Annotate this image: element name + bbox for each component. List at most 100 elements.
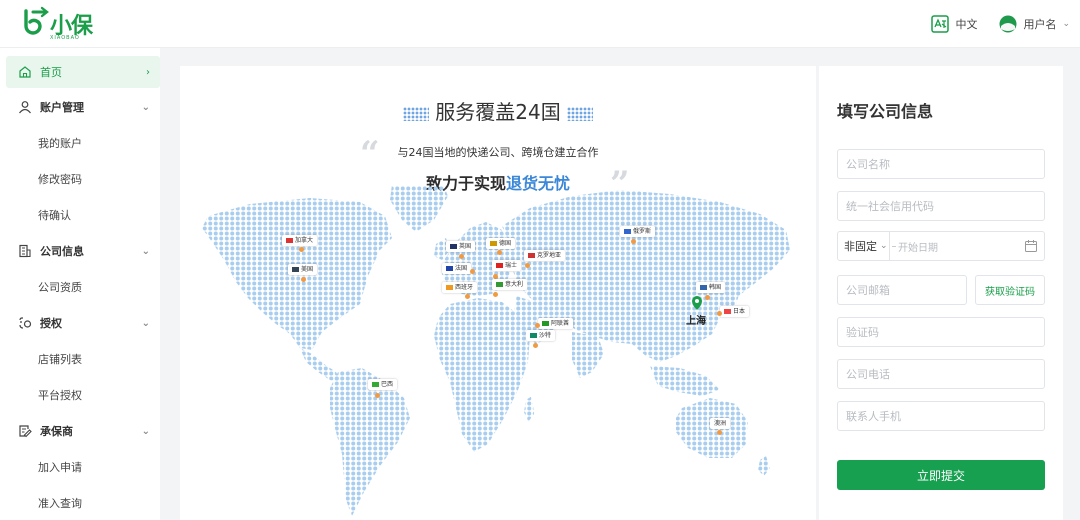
country-label: 沙特 (539, 332, 552, 339)
sidebar-item-qualification[interactable]: 公司资质 (38, 272, 158, 302)
southeast-asia-region (650, 366, 720, 396)
username-label: 用户名 (1023, 18, 1057, 31)
location-pin-icon (375, 393, 380, 398)
sidebar-group-insurer[interactable]: 承保商 ⌄ (6, 415, 160, 447)
country-label: 德国 (499, 240, 512, 247)
get-verification-code-button[interactable]: 获取验证码 (975, 275, 1045, 305)
new-zealand-region (758, 456, 770, 476)
sidebar-group-account[interactable]: 账户管理 ⌄ (6, 91, 160, 123)
hub-label: 上海 (686, 316, 706, 327)
map-title: 服务覆盖24国 (180, 96, 816, 125)
country-tag-uae[interactable]: 阿联酋 (538, 318, 574, 329)
country-tag-croatia[interactable]: 克罗地亚 (524, 250, 566, 261)
logo-mark-icon (24, 6, 49, 35)
building-icon (19, 244, 31, 258)
sidebar-item-platform-auth[interactable]: 平台授权 (38, 380, 158, 410)
chevron-down-icon: ⌄ (141, 245, 150, 257)
country-tag-usa[interactable]: 美国 (288, 264, 318, 275)
country-tag-russia[interactable]: 俄罗斯 (620, 226, 656, 237)
map-subtitle: 与24国当地的快递公司、跨境仓建立合作 (397, 146, 599, 159)
country-label: 日本 (733, 308, 746, 315)
chevron-down-icon: ⌄ (1062, 19, 1070, 29)
flag-icon (446, 285, 453, 290)
sidebar-group-company[interactable]: 公司信息 ⌄ (6, 235, 160, 267)
country-tag-canada[interactable]: 加拿大 (282, 235, 318, 246)
user-menu[interactable]: 用户名 ⌄ (999, 15, 1070, 33)
submit-button[interactable]: 立即提交 (837, 460, 1045, 490)
location-pin-icon (705, 295, 710, 300)
country-tag-switzerland[interactable]: 瑞士 (492, 260, 522, 271)
country-label: 西班牙 (455, 284, 474, 291)
country-tag-uk[interactable]: 英国 (446, 241, 476, 252)
hub-marker-icon (692, 296, 702, 310)
company-phone-input[interactable] (837, 359, 1045, 389)
contact-mobile-input[interactable] (837, 401, 1045, 431)
greenland-region (390, 186, 448, 232)
company-info-form: 填写公司信息 非固定⌄ 开始日期 获取验证码 立即提交 (819, 66, 1063, 520)
flag-icon (528, 253, 535, 258)
sidebar-item-home[interactable]: 首页 › (6, 56, 160, 88)
start-date-picker[interactable]: 开始日期 (890, 232, 1024, 260)
flag-icon (530, 333, 537, 338)
sidebar-group-label: 账户管理 (40, 101, 84, 114)
country-tag-spain[interactable]: 西班牙 (442, 282, 478, 293)
dots-decoration-icon (566, 106, 593, 121)
sidebar-item-pending[interactable]: 待确认 (38, 200, 158, 230)
sidebar-item-label: 首页 (40, 66, 62, 79)
country-tag-brazil[interactable]: 巴西 (368, 379, 398, 390)
sidebar-item-store-list[interactable]: 店铺列表 (38, 344, 158, 374)
verification-code-input[interactable] (837, 317, 1045, 347)
edit-document-icon (19, 425, 32, 438)
india-region (572, 332, 604, 378)
top-header: 小保 XIAOBAO 中文 用户名 ⌄ (0, 0, 1080, 48)
location-pin-icon (493, 292, 498, 297)
country-tag-japan[interactable]: 日本 (720, 306, 750, 317)
company-name-input[interactable] (837, 149, 1045, 179)
country-tag-korea[interactable]: 韩国 (696, 282, 726, 293)
location-pin-icon (533, 343, 538, 348)
map-title-text: 服务覆盖24国 (435, 100, 561, 124)
app-logo[interactable]: 小保 XIAOBAO (20, 6, 100, 42)
flag-icon (496, 263, 503, 268)
flag-icon (724, 309, 731, 314)
sidebar-item-change-password[interactable]: 修改密码 (38, 164, 158, 194)
country-tag-italy[interactable]: 意大利 (492, 279, 528, 290)
country-label: 意大利 (505, 281, 524, 288)
translate-icon (931, 15, 950, 33)
chevron-right-icon: › (146, 66, 150, 78)
language-switch[interactable]: 中文 (931, 15, 977, 33)
country-tag-france[interactable]: 法国 (442, 263, 472, 274)
language-label: 中文 (955, 18, 978, 31)
country-tag-australia[interactable]: 澳洲 (710, 418, 731, 429)
chevron-down-icon: ⌄ (141, 101, 150, 113)
calendar-icon[interactable] (1024, 239, 1038, 253)
location-pin-icon (301, 277, 306, 282)
sidebar-item-access-query[interactable]: 准入查询 (38, 488, 158, 518)
location-pin-icon (631, 239, 636, 244)
term-type-select[interactable]: 非固定 ⌄ (838, 232, 890, 260)
country-label: 美国 (301, 266, 314, 273)
location-pin-icon (535, 323, 540, 328)
south-america-region (330, 368, 410, 516)
sidebar-group-auth[interactable]: 授权 ⌄ (6, 307, 160, 339)
sidebar-item-my-account[interactable]: 我的账户 (38, 128, 158, 158)
flag-icon (286, 238, 293, 243)
business-term-field: 非固定 ⌄ 开始日期 (837, 231, 1045, 261)
country-label: 瑞士 (505, 262, 518, 269)
country-label: 加拿大 (295, 237, 314, 244)
company-email-input[interactable] (837, 275, 967, 305)
country-label: 法国 (455, 265, 468, 272)
chevron-down-icon: ⌄ (141, 317, 150, 329)
world-map (202, 186, 790, 516)
term-type-value: 非固定 (844, 240, 877, 253)
country-label: 韩国 (709, 284, 722, 291)
coverage-map-card: 服务覆盖24国 “ ” 与24国当地的快递公司、跨境仓建立合作 致力于实现退货无… (180, 66, 816, 520)
country-tag-saudi[interactable]: 沙特 (526, 330, 556, 341)
country-tag-germany[interactable]: 德国 (486, 238, 516, 249)
credit-code-input[interactable] (837, 191, 1045, 221)
form-title: 填写公司信息 (837, 102, 934, 121)
country-label: 巴西 (381, 381, 394, 388)
sidebar: 首页 › 账户管理 ⌄ 我的账户 修改密码 待确认 公司信息 ⌄ 公司资质 授权… (0, 48, 160, 520)
start-date-placeholder: 开始日期 (898, 242, 938, 254)
sidebar-item-join-apply[interactable]: 加入申请 (38, 452, 158, 482)
